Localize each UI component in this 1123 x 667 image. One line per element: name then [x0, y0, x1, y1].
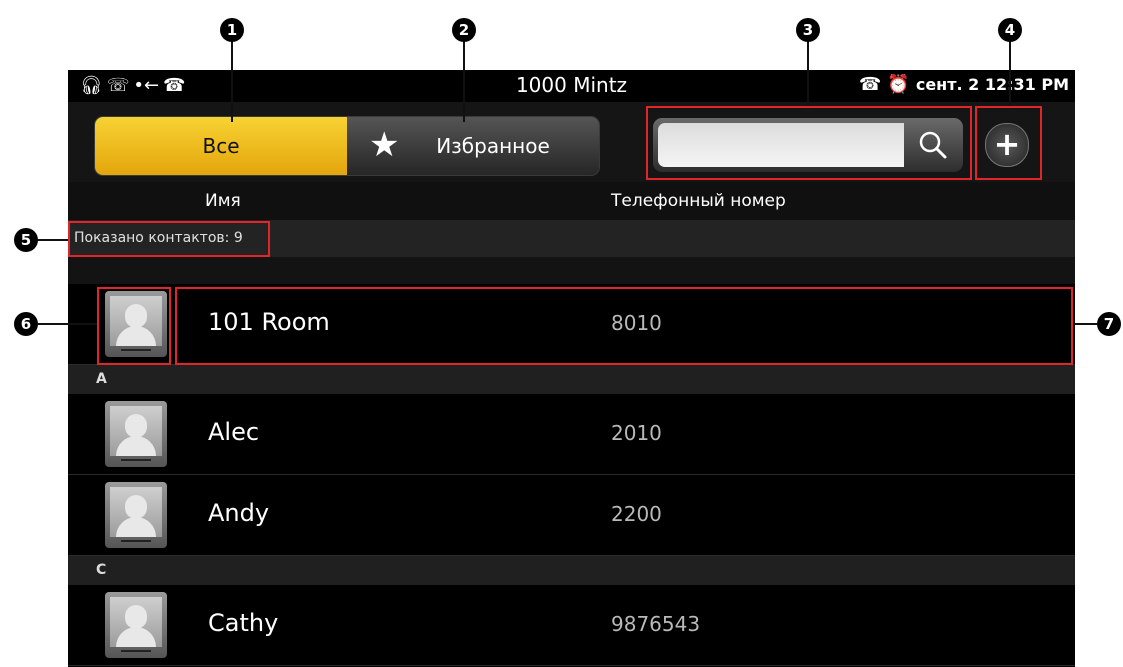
avatar[interactable]	[105, 482, 167, 548]
column-name-header: Имя	[205, 191, 241, 211]
avatar-highlight	[97, 287, 171, 365]
alarm-icon: ⏰	[887, 74, 910, 95]
callout-3: 3	[796, 18, 820, 42]
callout-line-4	[1009, 36, 1011, 106]
column-headers: Имя Телефонный номер	[68, 182, 1075, 220]
callout-5: 5	[14, 228, 38, 252]
contact-name: Andy	[208, 499, 270, 527]
callout-4: 4	[998, 18, 1022, 42]
section-letter: C	[96, 562, 107, 578]
status-bar: 🎧︎ ☏ •← ☎ 1000 Mintz ☎ ⏰ сент. 2 12:31 P…	[68, 70, 1075, 102]
callout-line-5	[38, 239, 68, 241]
contact-phone: 2200	[611, 502, 662, 526]
section-header: A	[68, 365, 1075, 394]
callout-line-7	[1073, 323, 1097, 325]
person-placeholder-icon	[110, 406, 162, 456]
tab-favorites[interactable]: ★ Избранное	[347, 117, 599, 175]
count-highlight	[68, 221, 270, 257]
contact-phone: 9876543	[611, 612, 701, 636]
contact-row[interactable]: Andy 2200	[68, 475, 1075, 556]
tab-favorites-label: Избранное	[436, 134, 550, 158]
callout-line-3	[807, 36, 809, 106]
callout-line-1	[231, 36, 233, 122]
contact-name: Alec	[208, 418, 260, 446]
avatar[interactable]	[105, 401, 167, 467]
callout-line-6	[38, 323, 97, 325]
callout-6: 6	[14, 312, 38, 336]
star-icon: ★	[369, 125, 400, 165]
callout-line-2	[463, 36, 465, 122]
callout-7: 7	[1097, 312, 1121, 336]
contact-phone: 2010	[611, 421, 662, 445]
contact-name: Cathy	[208, 609, 279, 637]
person-placeholder-icon	[110, 597, 162, 647]
search-highlight	[646, 106, 972, 180]
contact-row[interactable]: Alec 2010	[68, 394, 1075, 475]
section-header: C	[68, 556, 1075, 585]
tab-all[interactable]: Все	[95, 117, 347, 175]
avatar[interactable]	[105, 592, 167, 658]
add-button-highlight	[975, 106, 1042, 180]
section-letter: A	[96, 371, 107, 387]
callout-1: 1	[220, 18, 244, 42]
column-phone-header: Телефонный номер	[611, 191, 786, 211]
list-spacer	[68, 257, 1075, 284]
person-placeholder-icon	[110, 487, 162, 537]
phone-hook-icon: ☎	[858, 74, 882, 95]
callout-2: 2	[452, 18, 476, 42]
status-time: сент. 2 12:31 PM	[915, 75, 1069, 94]
filter-tabs: Все ★ Избранное	[94, 116, 600, 176]
row-highlight	[175, 287, 1073, 365]
status-icons-right: ☎ ⏰ сент. 2 12:31 PM	[859, 74, 1069, 95]
contact-row[interactable]: Cathy 9876543	[68, 585, 1075, 666]
